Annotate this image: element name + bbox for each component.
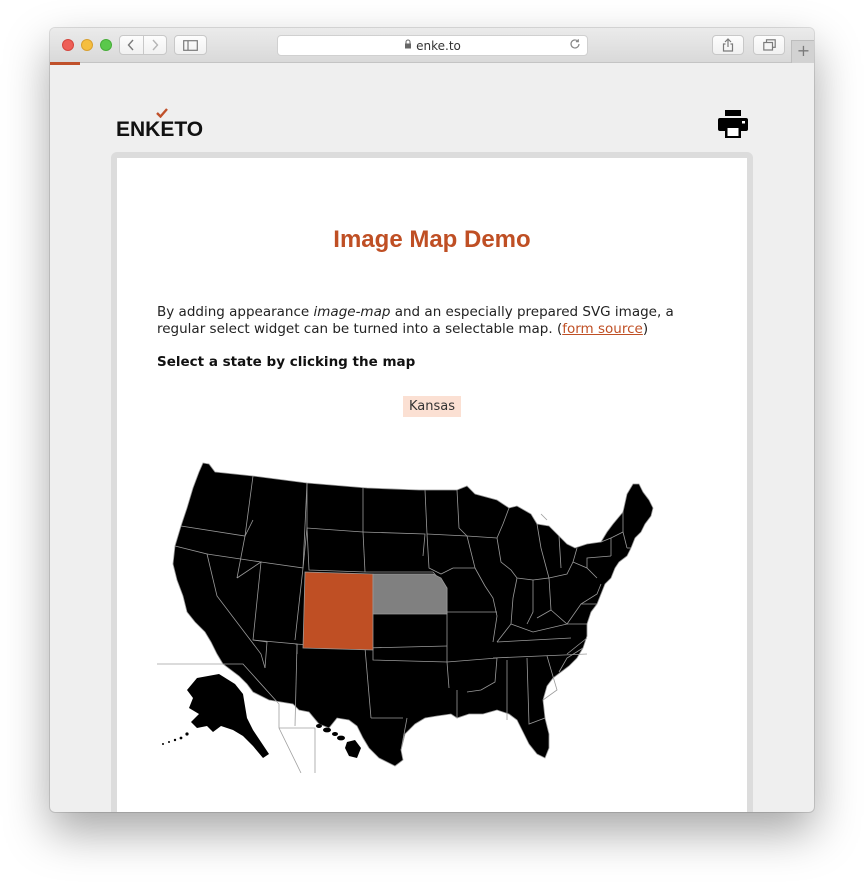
chevron-left-icon [127,39,134,51]
intro-text-3: ) [642,321,649,337]
form-title: Image Map Demo [333,226,531,253]
selected-state-value: Kansas [403,396,462,417]
close-window-button[interactable] [62,39,74,51]
share-icon [722,38,734,52]
aleutian-islands [162,732,189,745]
address-bar[interactable]: enke.to [277,35,588,56]
zoom-window-button[interactable] [100,39,112,51]
state-hawaii[interactable] [316,724,361,758]
minimize-window-button[interactable] [81,39,93,51]
forward-button[interactable] [142,36,167,54]
form-card: Image Map Demo By adding appearance imag… [117,158,747,812]
intro-appearance-name: image-map [313,304,391,320]
question-label: Select a state by clicking the map [157,354,416,370]
chevron-right-icon [152,39,159,51]
tabs-overview-icon [762,39,776,51]
enketo-logo: ENKETO [116,118,204,141]
browser-toolbar: enke.to + [50,28,814,63]
sidebar-toggle-button[interactable] [174,35,207,55]
form-source-link[interactable]: form source [562,321,643,337]
state-colorado[interactable] [302,571,374,651]
us-states-map[interactable] [157,428,697,773]
form-intro: By adding appearance image-map and an es… [157,304,697,338]
lock-icon [404,39,412,52]
share-button[interactable] [712,35,744,55]
sidebar-icon [183,39,198,51]
history-nav [119,35,167,55]
state-kansas[interactable] [372,573,448,615]
back-button[interactable] [120,36,143,54]
intro-text-1: By adding appearance [157,304,314,320]
browser-window: enke.to + ENKETO Image Map Demo By addin… [50,28,814,812]
logo-check-icon [156,108,168,118]
show-tabs-button[interactable] [753,35,785,55]
url-text: enke.to [416,38,461,53]
reload-icon[interactable] [569,38,581,54]
new-tab-button[interactable]: + [791,40,814,63]
page-load-progress [50,62,80,65]
printer-icon[interactable] [718,110,748,138]
